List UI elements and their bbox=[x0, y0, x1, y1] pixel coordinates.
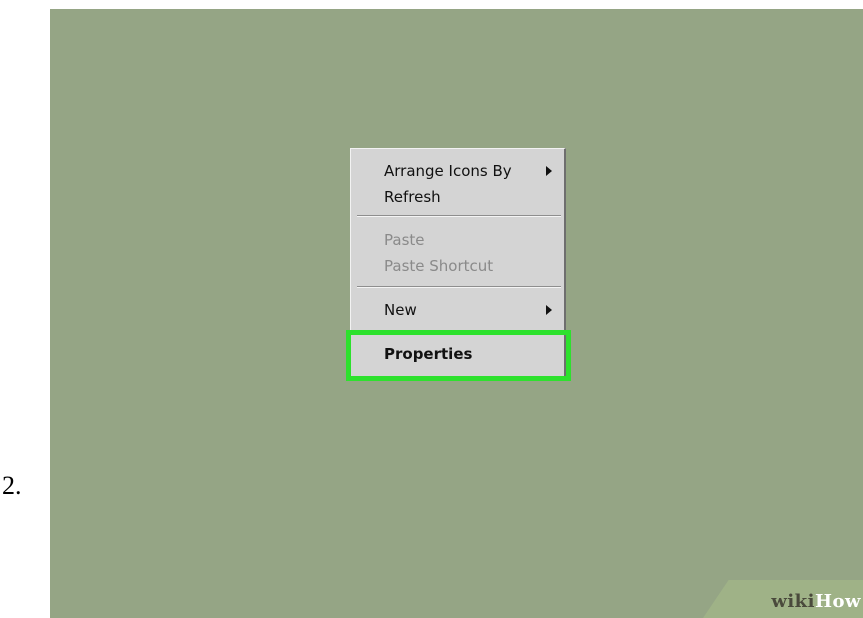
menu-item-new[interactable]: New bbox=[384, 297, 417, 323]
watermark-wiki: wiki bbox=[771, 591, 815, 612]
properties-highlight-box bbox=[346, 330, 571, 381]
menu-item-label: Paste Shortcut bbox=[384, 257, 494, 275]
menu-item-refresh[interactable]: Refresh bbox=[384, 184, 441, 210]
step-number: 2. bbox=[2, 471, 22, 500]
menu-item-paste-shortcut: Paste Shortcut bbox=[384, 253, 493, 279]
menu-item-label: Arrange Icons By bbox=[384, 162, 512, 180]
menu-separator bbox=[357, 286, 561, 288]
menu-item-label: Refresh bbox=[384, 188, 441, 206]
wikihow-watermark: wikiHow bbox=[703, 580, 863, 618]
menu-separator bbox=[357, 215, 561, 217]
desktop-background[interactable]: Arrange Icons By Refresh Paste Paste Sho… bbox=[50, 9, 863, 618]
menu-item-label: New bbox=[384, 301, 417, 319]
menu-item-label: Paste bbox=[384, 231, 425, 249]
submenu-arrow-icon bbox=[546, 166, 552, 176]
menu-item-arrange-icons-by[interactable]: Arrange Icons By bbox=[384, 158, 512, 184]
watermark-text: wikiHow bbox=[771, 591, 861, 612]
menu-item-paste: Paste bbox=[384, 227, 425, 253]
submenu-arrow-icon bbox=[546, 305, 552, 315]
watermark-how: How bbox=[814, 591, 861, 612]
